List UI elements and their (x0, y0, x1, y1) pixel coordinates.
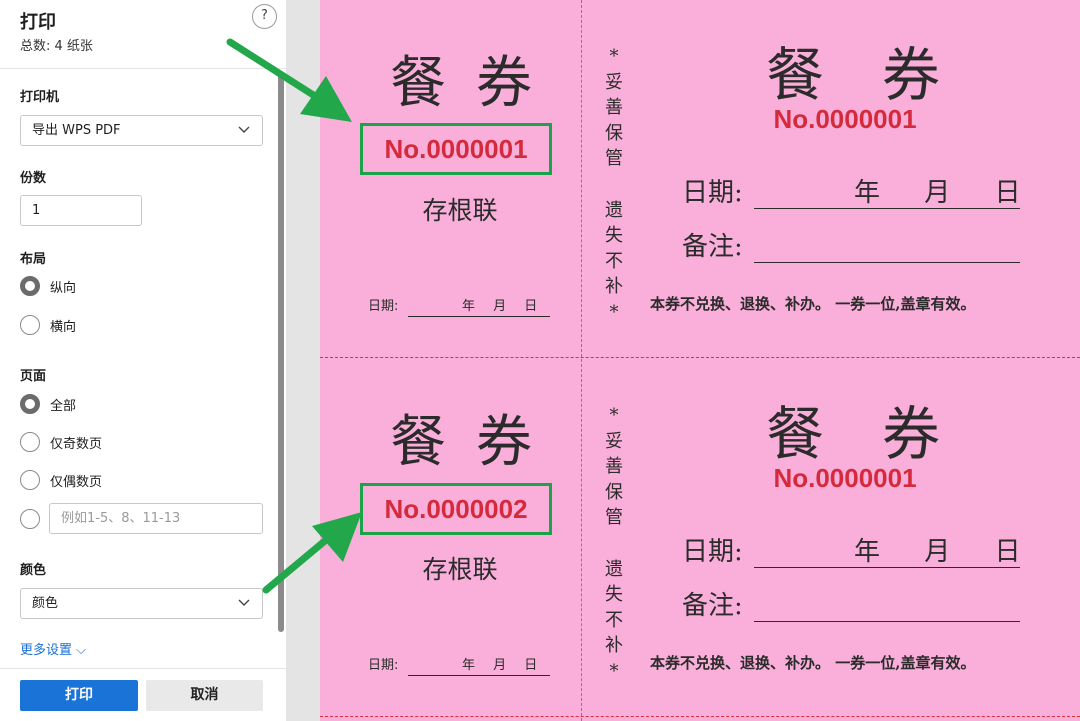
stub-date-ymd: 年 月 日 (462, 658, 538, 673)
meal-ticket: 餐券 No.0000001 存根联 日期: 年 月 日 * 妥 善 保 管 遗 … (320, 0, 1080, 358)
chevron-down-icon (238, 126, 250, 133)
remark-label: 备注: (682, 591, 743, 621)
help-icon[interactable]: ? (252, 4, 277, 29)
more-settings-link[interactable]: 更多设置 ⌵ (20, 639, 86, 658)
stub-label: 存根联 (422, 555, 498, 584)
date-ymd: 年 月 日 (854, 537, 1021, 567)
vertical-note: * 妥 善 保 管 遗 失 不 补 * (605, 405, 623, 682)
date-label: 日期: (682, 178, 743, 208)
printer-label: 打印机 (20, 90, 60, 105)
radio-label: 全部 (50, 399, 77, 414)
color-select-value: 颜色 (32, 596, 59, 611)
meal-ticket: 餐券 No.0000002 存根联 日期: 年 月 日 * 妥 善 保 管 遗 … (320, 359, 1080, 717)
stub-number: No.0000002 (360, 483, 552, 535)
page-range-input[interactable]: 例如1-5、8、11-13 (49, 503, 263, 534)
radio-checked-icon[interactable] (20, 276, 40, 296)
settings-scroll-area: 打印 总数: 4 纸张 ? 打印机 导出 WPS PDF 份数 1 布局 纵向 … (0, 0, 286, 668)
date-ymd: 年 月 日 (854, 178, 1021, 208)
panel-scrollbar[interactable] (278, 74, 284, 632)
stub-title: 餐券 (390, 410, 562, 475)
ticket-notice: 本券不兑换、退换、补办。 一券一位,盖章有效。 (650, 295, 976, 313)
sheet-count: 总数: 4 纸张 (20, 39, 93, 54)
preview-page: 餐券 No.0000001 存根联 日期: 年 月 日 * 妥 善 保 管 遗 … (320, 0, 1080, 721)
radio-icon[interactable] (20, 509, 40, 529)
stub-title: 餐券 (390, 51, 562, 116)
radio-label: 仅偶数页 (50, 475, 103, 490)
header-divider (0, 68, 286, 69)
ticket-number: No.0000001 (773, 463, 917, 493)
stub-label: 存根联 (422, 196, 498, 225)
color-select[interactable]: 颜色 (20, 588, 263, 619)
stub-date-label: 日期: (368, 299, 399, 314)
print-button[interactable]: 打印 (20, 680, 138, 711)
pages-option-custom[interactable] (20, 508, 42, 530)
remark-line (754, 621, 1020, 622)
print-settings-panel: 打印 总数: 4 纸张 ? 打印机 导出 WPS PDF 份数 1 布局 纵向 … (0, 0, 286, 721)
dialog-title: 打印 (20, 12, 56, 33)
date-label: 日期: (682, 537, 743, 567)
radio-label: 纵向 (50, 281, 77, 296)
radio-label: 横向 (50, 320, 77, 335)
stub-date-line (408, 316, 550, 317)
print-preview: 餐券 No.0000001 存根联 日期: 年 月 日 * 妥 善 保 管 遗 … (286, 0, 1080, 721)
remark-label: 备注: (682, 232, 743, 262)
layout-label: 布局 (20, 252, 47, 267)
cancel-button[interactable]: 取消 (146, 680, 263, 711)
remark-line (754, 262, 1020, 263)
radio-icon[interactable] (20, 432, 40, 452)
chevron-down-icon (238, 599, 250, 606)
radio-icon[interactable] (20, 470, 40, 490)
stub-number: No.0000001 (360, 123, 552, 175)
date-line (754, 567, 1020, 568)
ticket-notice: 本券不兑换、退换、补办。 一券一位,盖章有效。 (650, 654, 976, 672)
radio-checked-icon[interactable] (20, 394, 40, 414)
printer-select[interactable]: 导出 WPS PDF (20, 115, 263, 146)
stub-date-line (408, 675, 550, 676)
pages-label: 页面 (20, 369, 47, 384)
stub-date-label: 日期: (368, 658, 399, 673)
ticket-title: 餐券 (766, 41, 999, 109)
radio-label: 仅奇数页 (50, 437, 103, 452)
copies-label: 份数 (20, 171, 47, 186)
vertical-note: * 妥 善 保 管 遗 失 不 补 * (605, 46, 623, 323)
dialog-footer: 打印 取消 (0, 668, 286, 721)
ticket-title: 餐券 (766, 400, 999, 468)
copies-input[interactable]: 1 (20, 195, 142, 226)
ticket-number: No.0000001 (773, 104, 917, 134)
date-line (754, 208, 1020, 209)
stub-date-ymd: 年 月 日 (462, 299, 538, 314)
printer-select-value: 导出 WPS PDF (32, 123, 121, 138)
radio-icon[interactable] (20, 315, 40, 335)
color-label: 颜色 (20, 563, 47, 578)
